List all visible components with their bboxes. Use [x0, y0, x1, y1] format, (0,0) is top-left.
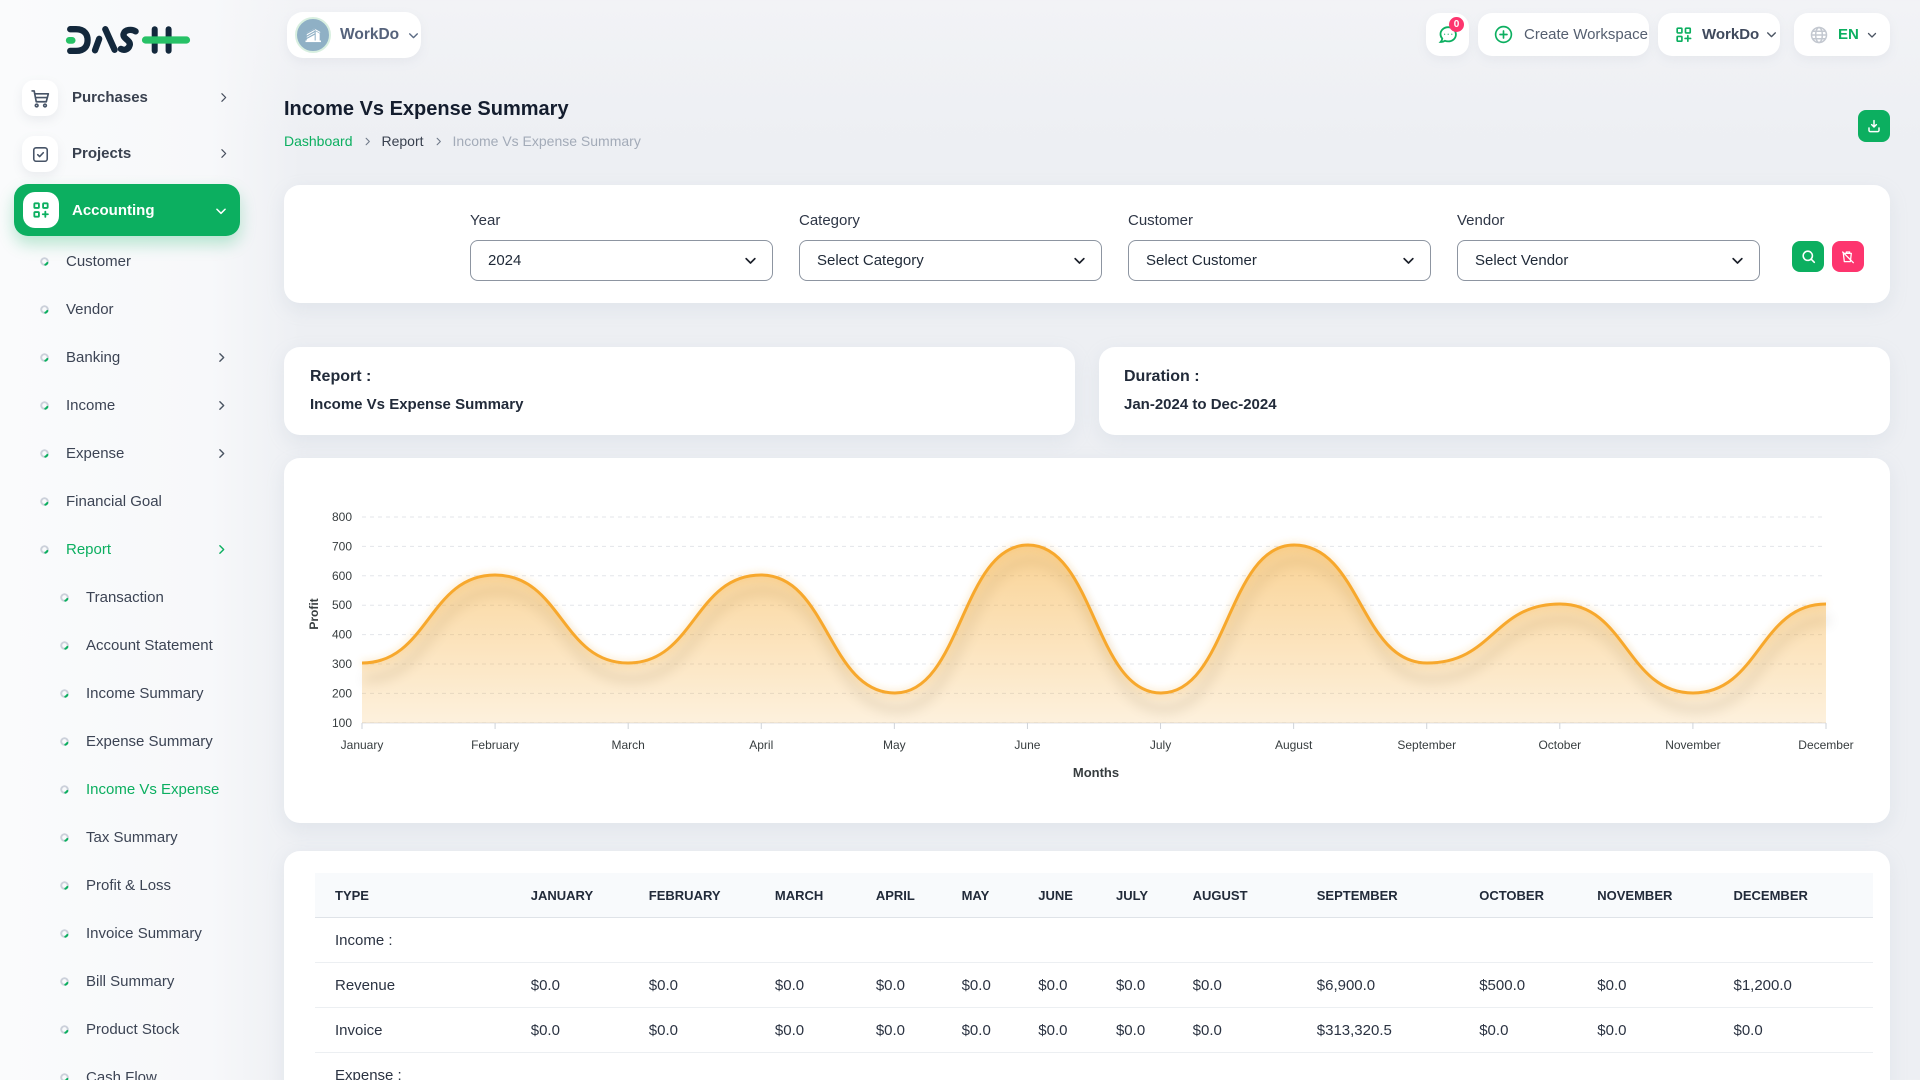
svg-text:Profit: Profit	[307, 598, 321, 629]
svg-text:200: 200	[332, 686, 352, 700]
svg-text:June: June	[1014, 738, 1040, 752]
svg-text:March: March	[612, 738, 645, 752]
svg-text:December: December	[1798, 738, 1853, 752]
svg-text:July: July	[1150, 738, 1171, 752]
svg-text:October: October	[1538, 738, 1581, 752]
svg-text:May: May	[883, 738, 906, 752]
svg-text:January: January	[341, 738, 384, 752]
svg-text:Months: Months	[1073, 765, 1119, 780]
svg-text:September: September	[1397, 738, 1456, 752]
svg-text:100: 100	[332, 716, 352, 730]
svg-text:600: 600	[332, 569, 352, 583]
svg-text:August: August	[1275, 738, 1313, 752]
svg-text:April: April	[749, 738, 773, 752]
svg-text:February: February	[471, 738, 519, 752]
svg-text:300: 300	[332, 657, 352, 671]
svg-text:500: 500	[332, 598, 352, 612]
svg-text:700: 700	[332, 539, 352, 553]
svg-text:400: 400	[332, 628, 352, 642]
svg-text:800: 800	[332, 510, 352, 524]
svg-text:November: November	[1665, 738, 1720, 752]
